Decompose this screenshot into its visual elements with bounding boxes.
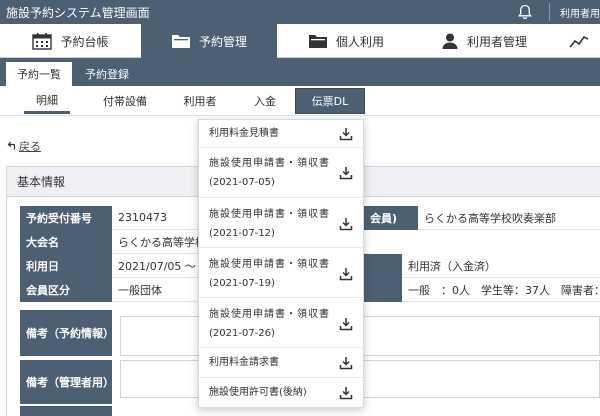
slip-download-menu: 利用料金見積書 施設使用申請書・領収書 (2021-07-05) 施設使用申請書…: [198, 119, 364, 408]
field-label: 会員区分: [20, 278, 112, 302]
tab-equipment[interactable]: 付帯設備: [90, 88, 160, 114]
top-bar: 施設予約システム管理画面 利用者用予: [0, 0, 600, 24]
tab-reservation-list[interactable]: 予約一覧: [6, 62, 72, 86]
tab-label: 利用者管理: [466, 34, 527, 49]
menu-item-label: 利用料金見積書: [209, 128, 279, 139]
tab-label: 個人利用: [335, 34, 384, 49]
download-icon: [339, 387, 353, 400]
tab-personal-use[interactable]: 個人利用: [277, 24, 415, 58]
field-value: 利用済（入金済）: [402, 254, 600, 278]
menu-item-application-0712[interactable]: 施設使用申請書・領収書 (2021-07-12): [199, 198, 363, 248]
menu-item-invoice[interactable]: 利用料金請求書: [199, 348, 363, 378]
folder-icon: [308, 35, 327, 48]
menu-item-date: (2021-07-26): [209, 328, 275, 339]
download-icon: [339, 167, 353, 180]
field-label: 大会名: [20, 230, 112, 254]
field-label: 備考（管理者用）: [20, 360, 114, 404]
topbar-divider: [549, 3, 550, 21]
tab-user-management[interactable]: 利用者管理: [415, 24, 553, 58]
chart-line-icon: [569, 35, 589, 48]
back-arrow-icon: [7, 141, 16, 150]
menu-item-label: 施設使用許可書(後納): [209, 387, 307, 398]
download-icon: [339, 128, 353, 141]
menu-item-label: 施設使用申請書・領収書: [209, 158, 330, 169]
sub-nav: 予約一覧 予約登録: [0, 58, 600, 86]
tab-label: 予約管理: [198, 34, 247, 49]
menu-item-date: (2021-07-12): [209, 228, 275, 239]
tab-payment[interactable]: 入金: [240, 88, 290, 114]
calendar-icon: [32, 33, 53, 50]
field-label: 会員): [364, 206, 418, 230]
download-icon: [339, 318, 353, 331]
download-icon: [339, 357, 353, 370]
tab-users[interactable]: 利用者: [170, 88, 230, 114]
tab-details[interactable]: 明細: [24, 88, 70, 114]
field-label: [364, 254, 402, 278]
bell-icon[interactable]: [516, 3, 534, 21]
tab-label: 予約台帳: [60, 34, 109, 49]
menu-item-label: 利用料金請求書: [209, 357, 279, 368]
menu-item-application-0719[interactable]: 施設使用申請書・領収書 (2021-07-19): [199, 248, 363, 298]
field-value: 一般 ：0人 学生等：37人 障害者：0人: [402, 278, 600, 302]
download-icon: [339, 218, 353, 231]
tab-reservation-management[interactable]: 予約管理: [141, 24, 277, 58]
main-nav: 予約台帳 予約管理 個人利用 利用者管理: [0, 24, 600, 58]
menu-item-permit[interactable]: 施設使用許可書(後納): [199, 378, 363, 408]
menu-item-application-0726[interactable]: 施設使用申請書・領収書 (2021-07-26): [199, 298, 363, 348]
field-label: [364, 278, 402, 302]
user-label[interactable]: 利用者用予: [560, 5, 600, 20]
field-label: 備考（予約情報）: [20, 310, 114, 356]
field-label: 利用日: [20, 254, 112, 278]
field-label: 予約受付番号: [20, 206, 112, 230]
slip-download-button[interactable]: 伝票DL: [295, 88, 365, 114]
menu-item-label: 施設使用申請書・領収書: [209, 309, 330, 320]
menu-item-label: 施設使用申請書・領収書: [209, 259, 330, 270]
field-label: [20, 406, 112, 416]
tab-reservation-ledger[interactable]: 予約台帳: [0, 24, 141, 58]
menu-item-label: 施設使用申請書・領収書: [209, 209, 330, 220]
detail-nav: 明細 付帯設備 利用者 入金 伝票DL: [0, 86, 600, 116]
field-value: らくかる高等学校吹奏楽部: [418, 206, 600, 230]
folder-icon: [171, 35, 190, 48]
tab-reservation-register[interactable]: 予約登録: [72, 62, 142, 86]
app-title: 施設予約システム管理画面: [6, 6, 150, 20]
back-label: 戻る: [19, 140, 41, 153]
menu-item-date: (2021-07-05): [209, 177, 275, 188]
menu-item-estimate[interactable]: 利用料金見積書: [199, 120, 363, 148]
download-icon: [339, 268, 353, 281]
menu-item-date: (2021-07-19): [209, 278, 275, 289]
tab-statistics[interactable]: [566, 24, 600, 58]
menu-item-application-0705[interactable]: 施設使用申請書・領収書 (2021-07-05): [199, 148, 363, 198]
user-icon: [442, 33, 458, 49]
back-link[interactable]: 戻る: [6, 138, 41, 154]
